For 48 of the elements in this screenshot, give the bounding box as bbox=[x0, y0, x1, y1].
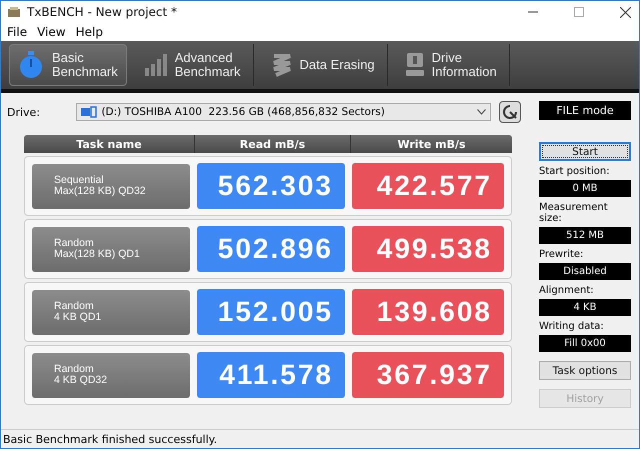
setting-label: Prewrite: bbox=[539, 249, 584, 260]
drive-dropdown[interactable]: (D:) TOSHIBA A100 223.56 GB (468,856,832 Sectors) bbox=[76, 103, 492, 121]
menu-item[interactable]: View bbox=[37, 25, 66, 39]
mode-display: FILE mode bbox=[539, 101, 631, 120]
read-value: 152.005 bbox=[197, 289, 345, 335]
caret-icon bbox=[477, 109, 486, 115]
task-button[interactable]: Random 4 KB QD1 bbox=[32, 290, 190, 334]
setting-label: Start position: bbox=[539, 166, 611, 177]
tab[interactable]: Basic Benchmark bbox=[9, 44, 127, 86]
setting-value: Disabled bbox=[539, 263, 631, 280]
menu-item[interactable]: Help bbox=[76, 25, 103, 39]
setting-value: Fill 0x00 bbox=[539, 335, 631, 352]
write-value: 367.937 bbox=[352, 352, 504, 398]
setting-value: 0 MB bbox=[539, 180, 631, 197]
setting-value: 4 KB bbox=[539, 299, 631, 316]
column-header: Write mB/s bbox=[396, 136, 467, 152]
write-value: 499.538 bbox=[352, 226, 504, 272]
drive-icon bbox=[81, 106, 98, 118]
setting-label: Alignment: bbox=[539, 285, 595, 296]
setting-label: Measurement size: bbox=[539, 202, 609, 224]
task-button[interactable]: Random Max(128 KB) QD1 bbox=[32, 226, 190, 272]
drive-label: Drive: bbox=[7, 106, 42, 118]
tab[interactable]: Advanced Benchmark bbox=[132, 44, 254, 86]
menu-item[interactable]: File bbox=[7, 25, 28, 39]
start-button[interactable]: Start bbox=[539, 142, 631, 161]
column-header: Task name bbox=[24, 135, 195, 153]
bar-chart-icon bbox=[144, 54, 167, 76]
write-value: 139.608 bbox=[352, 289, 504, 335]
refresh-button[interactable] bbox=[499, 101, 521, 123]
close-icon[interactable] bbox=[620, 6, 631, 18]
read-value: 411.578 bbox=[197, 352, 345, 398]
setting-label: Writing data: bbox=[539, 321, 605, 332]
read-value: 562.303 bbox=[197, 163, 345, 209]
write-value: 422.577 bbox=[352, 163, 504, 209]
read-value: 502.896 bbox=[197, 226, 345, 272]
tab[interactable]: Data Erasing bbox=[260, 44, 388, 86]
drive-info-icon bbox=[406, 53, 424, 77]
task-button[interactable]: Random 4 KB QD32 bbox=[32, 352, 190, 398]
tab[interactable]: Drive Information bbox=[394, 44, 510, 86]
task-button[interactable]: Sequential Max(128 KB) QD32 bbox=[32, 164, 190, 208]
action-button[interactable]: Task options bbox=[539, 361, 631, 380]
app-icon bbox=[7, 6, 21, 18]
window-title: TxBENCH - New project * bbox=[27, 5, 178, 19]
zigzag-icon bbox=[272, 53, 292, 77]
setting-value: 512 MB bbox=[539, 227, 631, 244]
status-text: Basic Benchmark finished successfully. bbox=[3, 432, 218, 446]
column-header: Read mB/s bbox=[195, 135, 351, 153]
stopwatch-icon bbox=[18, 51, 44, 79]
